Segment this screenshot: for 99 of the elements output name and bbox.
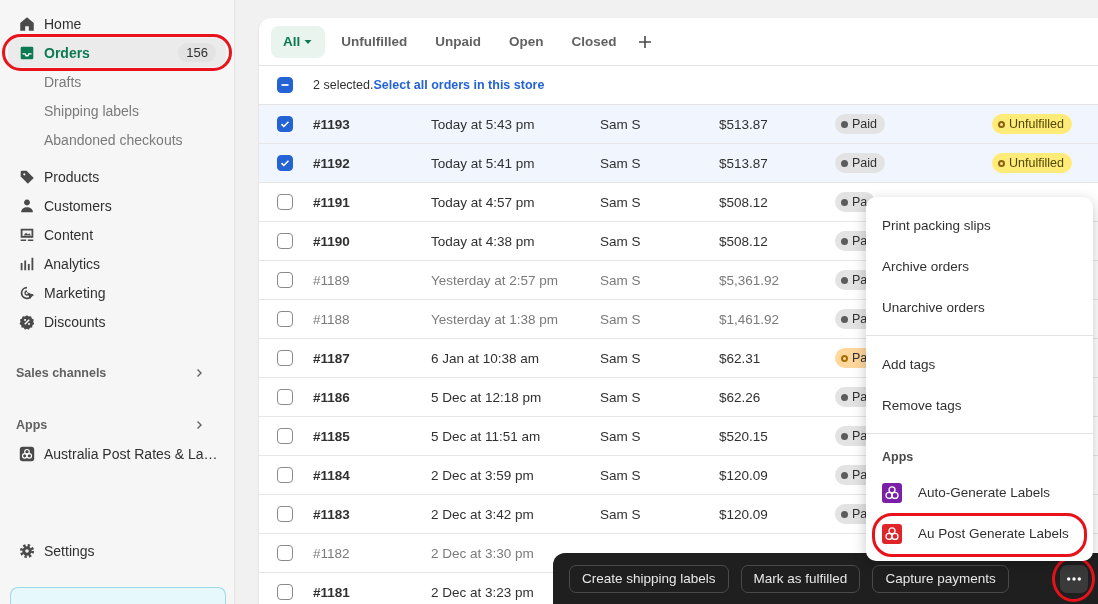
order-date: Yesterday at 2:57 pm [431,272,559,288]
nav-item[interactable]: Customers [8,191,226,220]
order-total: $508.12 [719,194,768,210]
row-checkbox[interactable] [277,311,293,327]
order-total: $5,361.92 [719,272,780,288]
fulfillment-status-badge: Unfulfilled [992,114,1072,134]
order-number[interactable]: #1189 [313,272,350,288]
order-total: $1,461.92 [719,311,780,327]
row-checkbox[interactable] [277,155,293,171]
selection-count: 2 selected. [313,78,374,92]
customer-name: Sam S [600,506,641,522]
customer-name: Sam S [600,194,641,210]
menu-section-heading: Apps [881,449,915,466]
order-number[interactable]: #1191 [313,194,350,210]
order-total: $520.15 [719,428,768,444]
order-number[interactable]: #1188 [313,311,350,327]
customer-name: Sam S [600,155,641,171]
filter-tab[interactable]: All [271,25,326,58]
order-number[interactable]: #1182 [313,545,350,561]
order-total: $62.31 [719,350,761,366]
row-checkbox[interactable] [277,467,293,483]
bulk-action-button[interactable]: Create shipping labels [569,564,729,593]
row-checkbox[interactable] [277,428,293,444]
order-total: $62.26 [719,389,761,405]
order-date: Today at 5:41 pm [431,155,535,171]
row-checkbox[interactable] [277,350,293,366]
nav-item[interactable]: Abandoned checkouts [8,125,226,154]
filter-tab[interactable]: Unfulfilled [329,25,420,58]
filter-tab[interactable]: Unpaid [423,25,493,58]
section-header[interactable]: Sales channels [8,358,226,387]
order-number[interactable]: #1183 [313,506,350,522]
order-date: 5 Dec at 12:18 pm [431,389,542,405]
row-checkbox[interactable] [277,389,293,405]
row-checkbox[interactable] [277,194,293,210]
plus-icon [636,33,653,50]
nav-item[interactable]: Drafts [8,67,226,96]
order-date: 2 Dec at 3:59 pm [431,467,534,483]
customer-name: Sam S [600,272,641,288]
nav-item[interactable]: Home [8,9,226,38]
order-date: Today at 5:43 pm [431,116,535,132]
payment-status-badge: Paid [835,153,886,173]
select-all-checkbox[interactable] [277,77,293,93]
filter-tab[interactable]: Open [497,25,556,58]
order-total: $120.09 [719,506,768,522]
customer-name: Sam S [600,311,641,327]
order-number[interactable]: #1185 [313,428,350,444]
order-number[interactable]: #1181 [313,584,350,600]
customer-name: Sam S [600,116,641,132]
order-total: $513.87 [719,116,768,132]
customer-name: Sam S [600,428,641,444]
order-total: $513.87 [719,155,768,171]
order-total: $120.09 [719,467,768,483]
row-checkbox[interactable] [277,272,293,288]
row-checkbox[interactable] [277,545,293,561]
customer-name: Sam S [600,350,641,366]
order-date: 2 Dec at 3:23 pm [431,584,534,600]
nav-item[interactable]: Analytics [8,249,226,278]
more-dots-icon [1067,576,1081,581]
select-all-link[interactable]: Select all orders in this store [373,78,545,92]
row-checkbox[interactable] [277,233,293,249]
order-date: Today at 4:57 pm [431,194,535,210]
order-number[interactable]: #1193 [313,116,350,132]
order-number[interactable]: #1190 [313,233,350,249]
filter-tab[interactable]: Closed [559,25,629,58]
app-logo-icon [18,444,36,463]
payment-status-badge: Paid [835,114,886,134]
order-number[interactable]: #1186 [313,389,350,405]
nav-item[interactable]: Discounts [8,307,226,336]
row-checkbox[interactable] [277,584,293,600]
fulfillment-status-badge: Unfulfilled [992,153,1072,173]
bulk-action-button[interactable]: Capture payments [872,564,1009,593]
order-number[interactable]: #1184 [313,467,350,483]
chevron-icon [194,367,204,378]
app-nav-item[interactable]: Australia Post Rates & La… [8,439,226,468]
settings-icon [18,541,36,560]
count-badge: 156 [178,43,216,62]
order-date: 5 Dec at 11:51 am [431,428,541,444]
row-checkbox[interactable] [277,116,293,132]
order-date: Today at 4:38 pm [431,233,535,249]
order-date: Yesterday at 1:38 pm [431,311,559,327]
order-date: 2 Dec at 3:30 pm [431,545,534,561]
order-number[interactable]: #1192 [313,155,350,171]
row-checkbox[interactable] [277,506,293,522]
customer-name: Sam S [600,389,641,405]
customer-name: Sam S [600,233,641,249]
order-number[interactable]: #1187 [313,350,350,366]
nav-item[interactable]: Marketing [8,278,226,307]
customer-name: Sam S [600,467,641,483]
settings-nav-item[interactable]: Settings [8,536,226,565]
order-date: 6 Jan at 10:38 am [431,350,540,366]
order-date: 2 Dec at 3:42 pm [431,506,534,522]
nav-item[interactable]: Content [8,220,226,249]
nav-item[interactable]: Products [8,162,226,191]
more-actions-button[interactable] [1060,564,1088,593]
section-header[interactable]: Apps [8,410,226,439]
nav-item[interactable]: Shipping labels [8,96,226,125]
chevron-icon [194,419,204,430]
order-total: $508.12 [719,233,768,249]
bulk-action-button[interactable]: Mark as fulfilled [740,564,861,593]
